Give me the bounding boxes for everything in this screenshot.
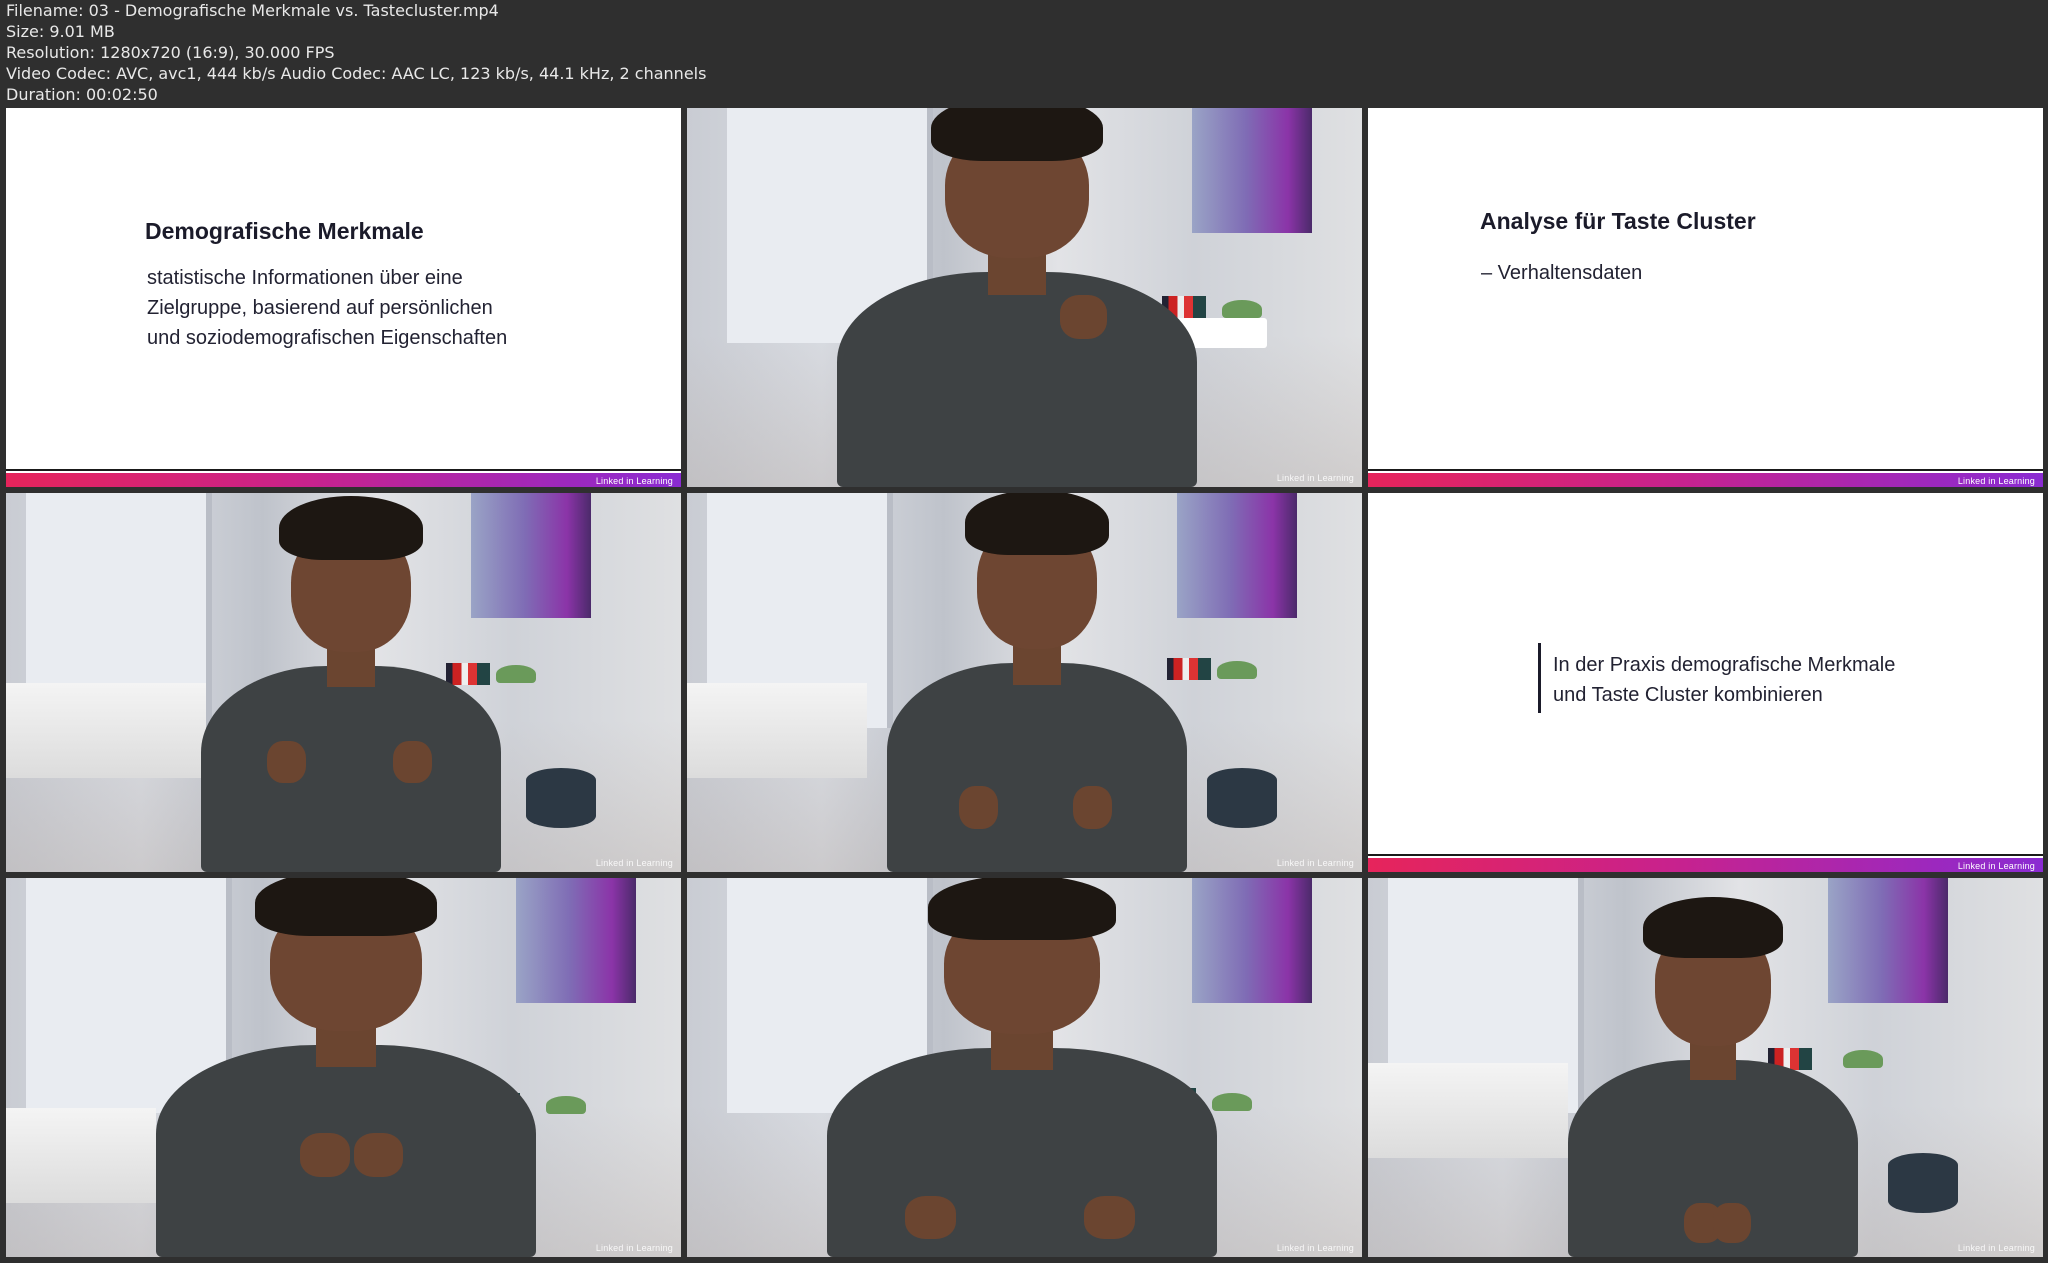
brand-gradient-bar (6, 469, 681, 487)
presenter (1568, 896, 1858, 1257)
slide-body: statistische Informationen über eine Zie… (147, 263, 507, 353)
background-stool (1888, 1153, 1958, 1213)
codec-text: Video Codec: AVC, avc1, 444 kb/s Audio C… (6, 64, 707, 83)
presenter-hand (1084, 1195, 1136, 1239)
background-plant (496, 665, 536, 683)
presenter-torso (827, 1048, 1217, 1257)
linkedin-learning-logo: Linked in Learning (1276, 1243, 1354, 1253)
file-info-header: Filename: 03 - Demografische Merkmale vs… (0, 0, 2048, 108)
presenter (887, 493, 1187, 872)
linkedin-learning-logo: Linked in Learning (1957, 476, 2035, 486)
slide-line: und soziodemografischen Eigenschaften (147, 327, 508, 349)
linkedin-learning-logo: Linked in Learning (1957, 1243, 2035, 1253)
background-screen (1192, 108, 1312, 233)
filesize-text: Size: 9.01 MB (6, 22, 115, 41)
duration-text: Duration: 00:02:50 (6, 85, 158, 104)
presenter-hair (1643, 896, 1783, 958)
resolution-text: Resolution: 1280x720 (16:9), 30.000 FPS (6, 43, 335, 62)
presenter-hand (1073, 785, 1112, 829)
presenter-hair (928, 878, 1116, 941)
presenter-hand (905, 1195, 956, 1239)
presenter (837, 108, 1197, 487)
presenter-hand (959, 785, 998, 829)
background-table (687, 683, 867, 778)
thumbnail-5-video: Linked in Learning (687, 493, 1362, 872)
presenter-hair (930, 108, 1104, 162)
background-stool (1207, 768, 1277, 828)
presenter-hand (353, 1132, 403, 1177)
background-screen (1177, 493, 1297, 618)
linkedin-learning-logo: Linked in Learning (1276, 473, 1354, 483)
background-stool (526, 768, 596, 828)
presenter-torso (201, 666, 501, 872)
background-plant (1212, 1093, 1252, 1111)
presenter-hair (965, 493, 1109, 556)
presenter-hair (254, 878, 438, 936)
presenter (156, 878, 536, 1257)
background-plant (1222, 300, 1262, 318)
presenter-torso (837, 272, 1197, 487)
presenter (201, 495, 501, 872)
thumbnail-7-video: Linked in Learning (6, 878, 681, 1257)
linkedin-learning-logo: Linked in Learning (595, 1243, 673, 1253)
thumbnail-3-slide: Analyse für Taste Cluster – Verhaltensda… (1368, 108, 2043, 487)
presenter-hand (300, 1132, 350, 1177)
slide-line: Zielgruppe, basierend auf persönlichen (147, 297, 493, 319)
presenter-hair (279, 495, 423, 560)
background-table (1368, 1063, 1568, 1158)
background-table (6, 1108, 156, 1203)
presenter-hand (1713, 1202, 1751, 1244)
background-plant (546, 1096, 586, 1114)
background-plant (1217, 661, 1257, 679)
brand-gradient-bar (1368, 469, 2043, 487)
filename-text: Filename: 03 - Demografische Merkmale vs… (6, 1, 499, 20)
presenter-hand (393, 740, 432, 784)
presenter-hand (267, 740, 306, 784)
presenter (827, 878, 1217, 1257)
slide-line: statistische Informationen über eine (147, 267, 463, 289)
thumbnail-2-video: Linked in Learning (687, 108, 1362, 487)
thumbnail-4-video: Linked in Learning (6, 493, 681, 872)
background-table (6, 683, 206, 778)
thumbnail-1-slide: Demografische Merkmale statistische Info… (6, 108, 681, 487)
slide-line: und Taste Cluster kombinieren (1553, 684, 1823, 706)
linkedin-learning-logo: Linked in Learning (595, 858, 673, 868)
thumbnail-8-video: Linked in Learning (687, 878, 1362, 1257)
linkedin-learning-logo: Linked in Learning (1276, 858, 1354, 868)
brand-gradient-bar (1368, 854, 2043, 872)
slide-bullet: – Verhaltensdaten (1481, 262, 1643, 284)
presenter-torso (887, 663, 1187, 872)
slide-title: Analyse für Taste Cluster (1480, 208, 1756, 234)
linkedin-learning-logo: Linked in Learning (595, 476, 673, 486)
thumbnail-6-slide: In der Praxis demografische Merkmale und… (1368, 493, 2043, 872)
presenter-hand (1060, 294, 1107, 339)
slide-line: In der Praxis demografische Merkmale (1553, 654, 1896, 676)
linkedin-learning-logo: Linked in Learning (1957, 861, 2035, 871)
quote-rule (1538, 643, 1541, 713)
thumbnail-9-video: Linked in Learning (1368, 878, 2043, 1257)
slide-body: In der Praxis demografische Merkmale und… (1553, 650, 1895, 710)
slide-title: Demografische Merkmale (145, 218, 424, 244)
